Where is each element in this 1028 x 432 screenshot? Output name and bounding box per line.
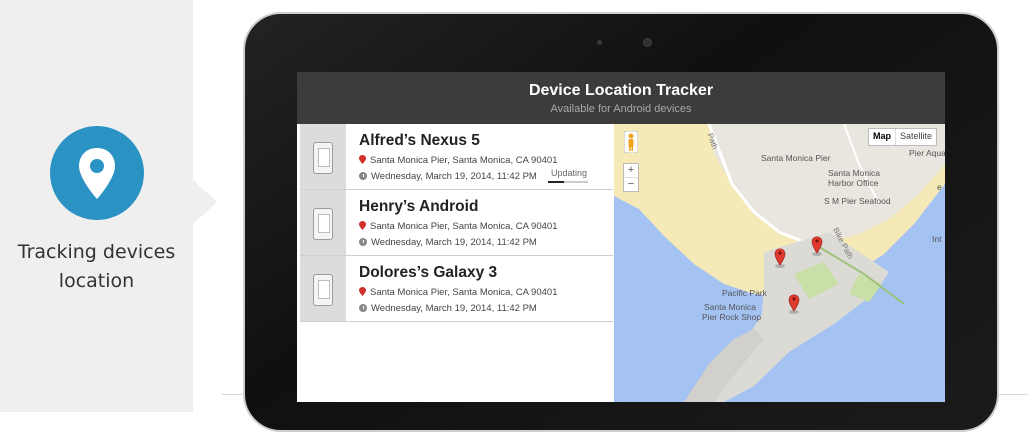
device-time-text: Wednesday, March 19, 2014, 11:42 PM: [371, 303, 537, 314]
map-marker-3: [788, 294, 800, 314]
device-row-henry[interactable]: Henry’s Android Santa Monica Pier, Santa…: [300, 190, 613, 256]
panel-pointer: [193, 180, 217, 224]
device-time-text: Wednesday, March 19, 2014, 11:42 PM: [371, 237, 537, 248]
device-timestamp: Wednesday, March 19, 2014, 11:42 PM: [359, 171, 537, 182]
phone-icon: [313, 208, 333, 240]
clock-icon: [359, 238, 367, 246]
map-label-edge-1: e: [937, 182, 942, 192]
tablet-screen: Device Location Tracker Available for An…: [297, 72, 945, 402]
map-pin-icon: [359, 287, 366, 296]
device-location: Santa Monica Pier, Santa Monica, CA 9040…: [359, 287, 557, 298]
device-time-text: Wednesday, March 19, 2014, 11:42 PM: [371, 171, 537, 182]
camera-lens-icon: [643, 38, 652, 47]
map-label-edge-2: Int: [932, 234, 942, 244]
device-location: Santa Monica Pier, Santa Monica, CA 9040…: [359, 155, 557, 166]
satellite-button[interactable]: Satellite: [895, 129, 936, 145]
map-marker-2: [811, 236, 823, 256]
zoom-in-button[interactable]: +: [624, 164, 638, 178]
update-progress-fill: [548, 181, 564, 183]
device-thumbnail: [300, 124, 346, 189]
device-row-alfred[interactable]: Alfred’s Nexus 5 Santa Monica Pier, Sant…: [300, 124, 613, 190]
map-view[interactable]: Map Satellite + − Santa Monica Pier Pier…: [614, 124, 945, 402]
map-label-harbor-1: Santa Monica: [828, 168, 880, 178]
update-progress-bar: [548, 181, 588, 183]
map-label-rock-shop-2: Pier Rock Shop: [702, 312, 762, 322]
device-list: Alfred’s Nexus 5 Santa Monica Pier, Sant…: [300, 124, 613, 402]
device-name: Henry’s Android: [359, 198, 479, 215]
device-thumbnail: [300, 190, 346, 255]
map-label-harbor-2: Harbor Office: [828, 178, 879, 188]
zoom-control: + −: [623, 163, 639, 192]
map-label-pier: Santa Monica Pier: [761, 153, 831, 163]
map-label-pier-aqua: Pier Aqua: [909, 148, 945, 158]
sensor-dot: [597, 40, 602, 45]
location-pin-icon: [50, 126, 144, 220]
device-timestamp: Wednesday, March 19, 2014, 11:42 PM: [359, 237, 537, 248]
phone-icon: [313, 142, 333, 174]
map-type-control: Map Satellite: [868, 128, 938, 146]
street-view-pegman-icon[interactable]: [624, 131, 638, 153]
app-header: Device Location Tracker Available for An…: [297, 72, 945, 124]
map-marker-1: [774, 248, 786, 268]
app-subtitle: Available for Android devices: [550, 103, 692, 115]
map-pin-icon: [359, 221, 366, 230]
device-name: Alfred’s Nexus 5: [359, 132, 480, 149]
updating-status: Updating: [551, 168, 588, 178]
device-thumbnail: [300, 256, 346, 321]
feature-label-line1: Tracking devices: [17, 241, 176, 263]
device-name: Dolores’s Galaxy 3: [359, 264, 498, 281]
feature-label: Tracking devices location: [0, 238, 193, 296]
map-label-seafood: S M Pier Seafood: [824, 196, 891, 206]
map-pin-icon: [359, 155, 366, 164]
phone-icon: [313, 274, 333, 306]
device-location: Santa Monica Pier, Santa Monica, CA 9040…: [359, 221, 557, 232]
device-location-text: Santa Monica Pier, Santa Monica, CA 9040…: [370, 221, 558, 232]
map-label-pacific-park: Pacific Park: [722, 288, 767, 298]
map-canvas: [614, 124, 945, 402]
device-timestamp: Wednesday, March 19, 2014, 11:42 PM: [359, 303, 537, 314]
clock-icon: [359, 172, 367, 180]
device-location-text: Santa Monica Pier, Santa Monica, CA 9040…: [370, 155, 558, 166]
clock-icon: [359, 304, 367, 312]
device-row-dolores[interactable]: Dolores’s Galaxy 3 Santa Monica Pier, Sa…: [300, 256, 613, 322]
map-label-rock-shop-1: Santa Monica: [704, 302, 756, 312]
app-title: Device Location Tracker: [528, 82, 714, 99]
map-button[interactable]: Map: [869, 129, 895, 145]
device-location-text: Santa Monica Pier, Santa Monica, CA 9040…: [370, 287, 558, 298]
zoom-out-button[interactable]: −: [624, 178, 638, 191]
feature-label-line2: location: [58, 270, 135, 292]
